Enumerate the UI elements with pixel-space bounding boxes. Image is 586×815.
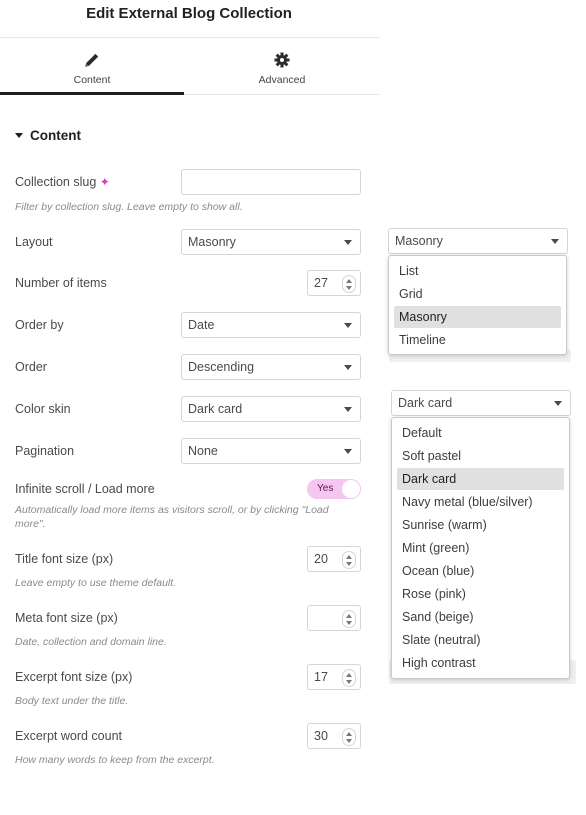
chevron-down-icon xyxy=(344,407,352,412)
skin-select-open[interactable]: Dark card xyxy=(391,390,571,416)
collection-slug-description: Filter by collection slug. Leave empty t… xyxy=(15,201,243,213)
excerpt-size-description: Body text under the title. xyxy=(15,695,129,707)
word-count-label: Excerpt word count xyxy=(15,729,122,743)
order-by-label: Order by xyxy=(15,318,64,332)
skin-option[interactable]: Slate (neutral) xyxy=(397,629,564,651)
items-label: Number of items xyxy=(15,276,107,290)
ai-sparkle-icon[interactable]: ✦ xyxy=(100,175,110,189)
meta-size-description: Date, collection and domain line. xyxy=(15,636,167,648)
skin-option[interactable]: Sand (beige) xyxy=(397,606,564,628)
infinite-scroll-toggle[interactable]: Yes xyxy=(307,479,361,499)
layout-label: Layout xyxy=(15,235,53,249)
chevron-down-icon xyxy=(344,240,352,245)
chevron-down-icon xyxy=(344,449,352,454)
chevron-down-icon xyxy=(554,401,562,406)
items-stepper[interactable]: 27 xyxy=(307,270,361,296)
skin-option[interactable]: Soft pastel xyxy=(397,445,564,467)
collection-slug-input[interactable] xyxy=(181,169,361,195)
skin-option[interactable]: Ocean (blue) xyxy=(397,560,564,582)
infinite-scroll-description: Automatically load more items as visitor… xyxy=(15,504,329,530)
layout-option[interactable]: Grid xyxy=(394,283,561,305)
skin-dropdown-list: Default Soft pastel Dark card Navy metal… xyxy=(391,417,570,679)
title-size-label: Title font size (px) xyxy=(15,552,114,566)
title-size-stepper[interactable]: 20 xyxy=(307,546,361,572)
pagination-label: Pagination xyxy=(15,444,75,458)
order-label: Order xyxy=(15,360,47,374)
stepper-arrows-icon[interactable] xyxy=(342,275,356,293)
chevron-down-icon xyxy=(551,239,559,244)
chevron-down-icon xyxy=(344,365,352,370)
caret-down-icon xyxy=(15,133,23,138)
tab-content-label: Content xyxy=(73,74,111,86)
chevron-down-icon xyxy=(344,323,352,328)
tab-content[interactable]: Content xyxy=(0,38,184,94)
infinite-scroll-label: Infinite scroll / Load more xyxy=(15,482,155,496)
skin-option[interactable]: Default xyxy=(397,422,564,444)
layout-select-open[interactable]: Masonry xyxy=(388,228,568,254)
active-tab-indicator xyxy=(0,92,184,95)
toggle-knob xyxy=(342,480,360,498)
excerpt-size-label: Excerpt font size (px) xyxy=(15,670,133,684)
excerpt-size-stepper[interactable]: 17 xyxy=(307,664,361,690)
layout-option[interactable]: List xyxy=(394,260,561,282)
stepper-arrows-icon[interactable] xyxy=(342,551,356,569)
order-select[interactable]: Descending xyxy=(181,354,361,380)
section-header-content[interactable]: Content xyxy=(15,128,81,143)
section-title: Content xyxy=(30,128,81,143)
word-count-description: How many words to keep from the excerpt. xyxy=(15,754,215,766)
color-skin-select[interactable]: Dark card xyxy=(181,396,361,422)
layout-option[interactable]: Timeline xyxy=(394,329,561,351)
word-count-stepper[interactable]: 30 xyxy=(307,723,361,749)
skin-option[interactable]: Rose (pink) xyxy=(397,583,564,605)
pagination-select[interactable]: None xyxy=(181,438,361,464)
skin-option-selected[interactable]: Dark card xyxy=(397,468,564,490)
collection-slug-label: Collection slug ✦ xyxy=(15,175,110,189)
stepper-arrows-icon[interactable] xyxy=(342,610,356,628)
color-skin-label: Color skin xyxy=(15,402,71,416)
stepper-arrows-icon[interactable] xyxy=(342,728,356,746)
layout-dropdown-list: List Grid Masonry Timeline xyxy=(388,255,567,355)
skin-option[interactable]: High contrast xyxy=(397,652,564,674)
order-by-select[interactable]: Date xyxy=(181,312,361,338)
meta-size-stepper[interactable] xyxy=(307,605,361,631)
title-size-description: Leave empty to use theme default. xyxy=(15,577,177,589)
skin-option[interactable]: Sunrise (warm) xyxy=(397,514,564,536)
skin-option[interactable]: Mint (green) xyxy=(397,537,564,559)
meta-size-label: Meta font size (px) xyxy=(15,611,118,625)
stepper-arrows-icon[interactable] xyxy=(342,669,356,687)
layout-option-selected[interactable]: Masonry xyxy=(394,306,561,328)
panel-title: Edit External Blog Collection xyxy=(86,5,292,22)
pencil-icon xyxy=(0,51,184,69)
tab-advanced-label: Advanced xyxy=(258,74,306,86)
gear-icon xyxy=(190,51,374,69)
layout-select[interactable]: Masonry xyxy=(181,229,361,255)
tab-advanced[interactable]: Advanced xyxy=(190,38,374,94)
skin-option[interactable]: Navy metal (blue/silver) xyxy=(397,491,564,513)
